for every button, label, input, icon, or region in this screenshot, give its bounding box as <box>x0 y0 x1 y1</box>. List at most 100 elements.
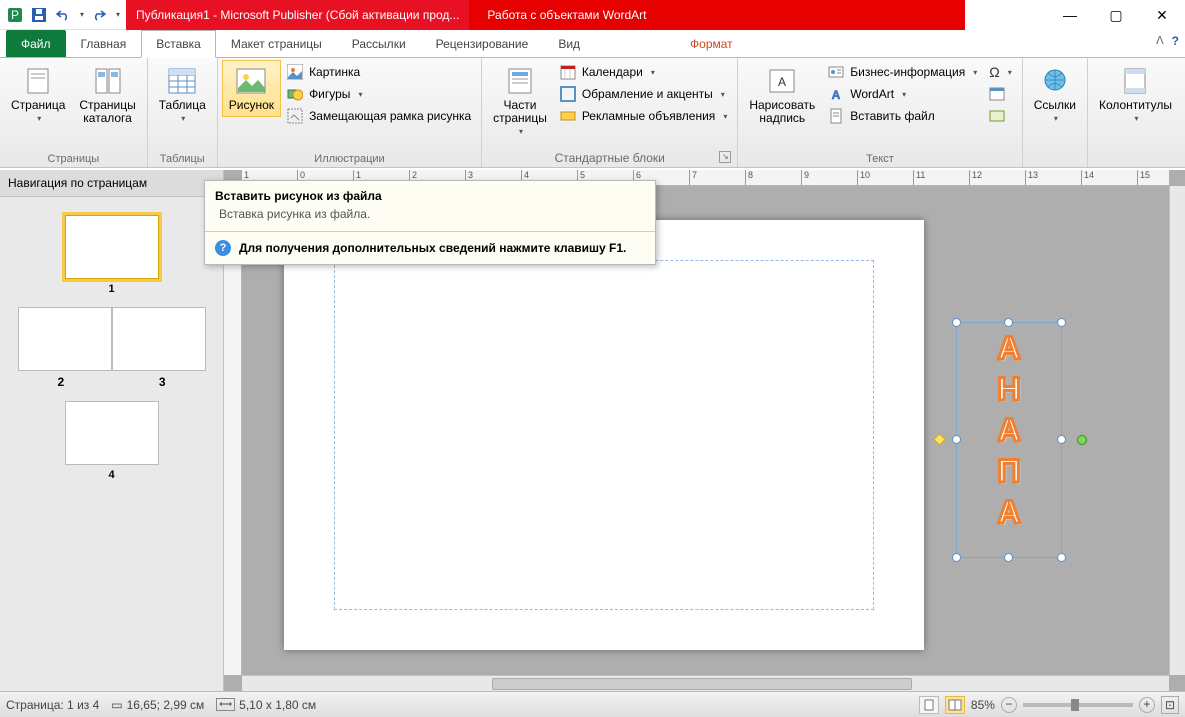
borders-button[interactable]: Обрамление и акценты ▾ <box>558 84 730 104</box>
adjust-handle[interactable] <box>933 433 946 446</box>
page-canvas[interactable] <box>284 220 924 650</box>
status-page[interactable]: Страница: 1 из 4 <box>6 698 99 712</box>
wordart-label: WordArt <box>850 87 894 101</box>
table-button[interactable]: Таблица ▾ <box>152 60 213 128</box>
page-thumb-4[interactable]: 4 <box>65 401 159 481</box>
wordart-icon: A <box>828 86 844 102</box>
tab-file[interactable]: Файл <box>6 30 66 57</box>
calendar-icon <box>560 64 576 80</box>
resize-handle[interactable] <box>952 553 961 562</box>
group-illustrations: Рисунок Картинка Фигуры ▾ Замещающая рам… <box>218 58 482 167</box>
business-info-button[interactable]: Бизнес-информация ▾ <box>826 62 979 82</box>
group-links-label <box>1027 163 1083 167</box>
resize-handle[interactable] <box>952 435 961 444</box>
dropdown-icon: ▾ <box>1134 114 1138 123</box>
wordart-button[interactable]: A WordArt ▾ <box>826 84 979 104</box>
app-icon: P <box>6 6 24 24</box>
placeholder-label: Замещающая рамка рисунка <box>309 109 471 123</box>
vertical-scrollbar[interactable] <box>1169 186 1185 675</box>
resize-handle[interactable] <box>1057 435 1066 444</box>
nav-header: Навигация по страницам ◀ <box>0 170 223 197</box>
shapes-button[interactable]: Фигуры ▾ <box>285 84 473 104</box>
resize-handle[interactable] <box>1004 553 1013 562</box>
svg-text:A: A <box>832 88 841 102</box>
tooltip-help: ? Для получения дополнительных сведений … <box>205 232 655 264</box>
resize-handle[interactable] <box>1004 318 1013 327</box>
resize-handle[interactable] <box>1057 553 1066 562</box>
qat-customize-icon[interactable]: ▾ <box>116 10 120 19</box>
zoom-out-button[interactable]: − <box>1001 697 1017 713</box>
tab-view[interactable]: Вид <box>543 30 595 57</box>
tab-mailings[interactable]: Рассылки <box>337 30 421 57</box>
datetime-button[interactable] <box>987 84 1013 104</box>
calendars-label: Календари <box>582 65 643 79</box>
fit-page-button[interactable]: ⊡ <box>1161 696 1179 714</box>
undo-dropdown-icon[interactable]: ▾ <box>80 10 84 19</box>
page-thumb-1[interactable]: 1 <box>65 215 159 295</box>
tooltip-help-text: Для получения дополнительных сведений на… <box>239 241 626 255</box>
horizontal-scrollbar[interactable] <box>242 675 1169 691</box>
links-icon <box>1039 65 1071 97</box>
zoom-value[interactable]: 85% <box>971 698 995 712</box>
page-parts-button[interactable]: Части страницы ▾ <box>486 60 554 141</box>
group-headerfooter: Колонтитулы ▾ <box>1088 58 1183 167</box>
object-button[interactable] <box>987 106 1013 126</box>
textbox-button[interactable]: A Нарисовать надпись <box>742 60 822 130</box>
undo-icon[interactable] <box>54 6 72 24</box>
redo-icon[interactable] <box>90 6 108 24</box>
view-single-button[interactable] <box>919 696 939 714</box>
insert-file-button[interactable]: Вставить файл <box>826 106 979 126</box>
view-spread-button[interactable] <box>945 696 965 714</box>
ribbon-minimize-icon[interactable]: ᐱ <box>1156 34 1164 48</box>
resize-handle[interactable] <box>952 318 961 327</box>
help-icon[interactable]: ? <box>1172 34 1179 48</box>
page-number: 4 <box>108 469 114 481</box>
group-illustrations-label: Иллюстрации <box>222 151 477 167</box>
dropdown-icon: ▾ <box>973 68 977 77</box>
picture-button[interactable]: Рисунок <box>222 60 281 117</box>
save-icon[interactable] <box>30 6 48 24</box>
headerfooter-button[interactable]: Колонтитулы ▾ <box>1092 60 1179 128</box>
group-pages-label: Страницы <box>4 151 143 167</box>
tab-format[interactable]: Формат <box>675 30 748 57</box>
placeholder-button[interactable]: Замещающая рамка рисунка <box>285 106 473 126</box>
shapes-icon <box>287 86 303 102</box>
close-button[interactable]: ✕ <box>1139 0 1185 30</box>
clipart-button[interactable]: Картинка <box>285 62 473 82</box>
resize-handle[interactable] <box>1057 318 1066 327</box>
insert-file-icon <box>828 108 844 124</box>
catalog-pages-button[interactable]: Страницы каталога <box>72 60 142 130</box>
table-label: Таблица <box>159 99 206 112</box>
maximize-button[interactable]: ▢ <box>1093 0 1139 30</box>
tab-page-layout[interactable]: Макет страницы <box>216 30 337 57</box>
window-controls: — ▢ ✕ <box>1047 0 1185 30</box>
ads-label: Рекламные объявления <box>582 109 715 123</box>
tab-review[interactable]: Рецензирование <box>421 30 544 57</box>
wordart-object[interactable]: А Н А П А <box>964 330 1054 550</box>
ads-icon <box>560 108 576 124</box>
page-thumb-2-3[interactable]: 23 <box>14 307 210 389</box>
minimize-button[interactable]: — <box>1047 0 1093 30</box>
calendars-button[interactable]: Календари ▾ <box>558 62 730 82</box>
page-button[interactable]: Страница ▾ <box>4 60 72 128</box>
rotate-handle[interactable] <box>1077 435 1087 445</box>
dialog-launcher-icon[interactable]: ↘ <box>719 151 731 163</box>
svg-text:A: A <box>778 75 786 89</box>
group-links: Ссылки ▾ <box>1023 58 1088 167</box>
symbol-button[interactable]: Ω ▾ <box>987 62 1013 82</box>
ads-button[interactable]: Рекламные объявления ▾ <box>558 106 730 126</box>
dropdown-icon: ▾ <box>721 90 725 99</box>
links-button[interactable]: Ссылки ▾ <box>1027 60 1083 128</box>
zoom-thumb[interactable] <box>1071 699 1079 711</box>
links-label: Ссылки <box>1034 99 1076 112</box>
zoom-in-button[interactable]: + <box>1139 697 1155 713</box>
tab-home[interactable]: Главная <box>66 30 142 57</box>
group-pages: Страница ▾ Страницы каталога Страницы <box>0 58 148 167</box>
dropdown-icon: ▾ <box>1054 114 1058 123</box>
tab-insert[interactable]: Вставка <box>141 30 216 58</box>
headerfooter-label: Колонтитулы <box>1099 99 1172 112</box>
scroll-thumb[interactable] <box>492 678 912 690</box>
page-number: 3 <box>159 375 166 389</box>
zoom-slider[interactable] <box>1023 703 1133 707</box>
textbox-label: Нарисовать надпись <box>749 99 815 125</box>
